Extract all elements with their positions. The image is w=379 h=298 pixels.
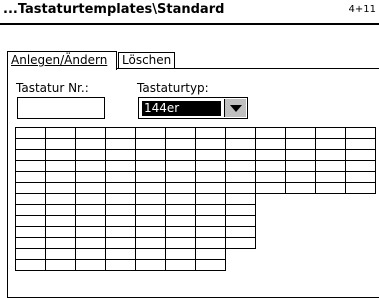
status-indicator: 4+11 — [348, 4, 376, 15]
title-divider — [0, 23, 379, 25]
chevron-down-icon — [230, 105, 242, 112]
tab-label: Löschen — [122, 53, 172, 67]
keyboard-type-select[interactable]: 144er — [138, 97, 248, 119]
tab-loeschen[interactable]: Löschen — [118, 52, 175, 69]
keyboard-key[interactable] — [195, 259, 226, 271]
keyboard-key[interactable] — [285, 182, 316, 194]
keyboard-key[interactable] — [135, 259, 166, 271]
tab-join — [8, 68, 116, 70]
title-bar: ...Tastaturtemplates\Standard 4+11 — [0, 0, 379, 22]
keyboard-key[interactable] — [255, 182, 286, 194]
keyboard-type-value: 144er — [142, 101, 221, 116]
keyboard-number-label: Tastatur Nr.: — [16, 81, 89, 95]
keyboard-type-label: Tastaturtyp: — [137, 81, 209, 95]
keyboard-grid — [15, 127, 379, 287]
window-title: ...Tastaturtemplates\Standard — [3, 2, 225, 17]
keyboard-number-input[interactable] — [17, 97, 105, 119]
keyboard-key[interactable] — [105, 259, 136, 271]
keyboard-key[interactable] — [165, 259, 196, 271]
keyboard-row — [15, 259, 226, 271]
tab-label: Anlegen/Ändern — [11, 53, 108, 67]
keyboard-key[interactable] — [225, 237, 256, 249]
dropdown-button[interactable] — [224, 99, 246, 117]
keyboard-key[interactable] — [15, 259, 46, 271]
keyboard-key[interactable] — [345, 182, 376, 194]
keyboard-key[interactable] — [315, 182, 346, 194]
keyboard-key[interactable] — [45, 259, 76, 271]
keyboard-key[interactable] — [75, 259, 106, 271]
